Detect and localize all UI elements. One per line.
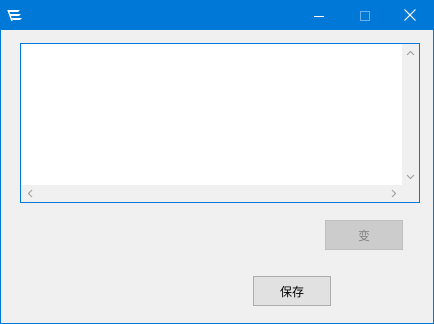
text-area-content[interactable] (23, 46, 399, 183)
horizontal-scrollbar[interactable] (21, 185, 402, 202)
minimize-button[interactable] (296, 1, 342, 30)
save-button[interactable]: 保存 (253, 276, 331, 306)
app-logo-icon (6, 7, 24, 23)
maximize-button[interactable] (342, 1, 388, 30)
main-window: 变 保存 (0, 0, 434, 324)
scroll-down-icon[interactable] (402, 168, 419, 185)
scroll-right-icon[interactable] (385, 185, 402, 202)
minimize-icon (314, 6, 324, 25)
save-button-label: 保存 (279, 284, 304, 299)
vertical-scrollbar[interactable] (402, 44, 419, 185)
close-icon (404, 6, 416, 25)
scroll-up-icon[interactable] (402, 44, 419, 61)
scroll-left-icon[interactable] (21, 185, 38, 202)
scrollbar-corner (402, 185, 419, 202)
title-bar[interactable] (1, 1, 433, 30)
change-button-label: 变 (357, 228, 370, 243)
maximize-icon (360, 6, 370, 25)
change-button[interactable]: 变 (325, 220, 403, 250)
close-button[interactable] (387, 1, 433, 30)
text-area[interactable] (20, 43, 420, 203)
